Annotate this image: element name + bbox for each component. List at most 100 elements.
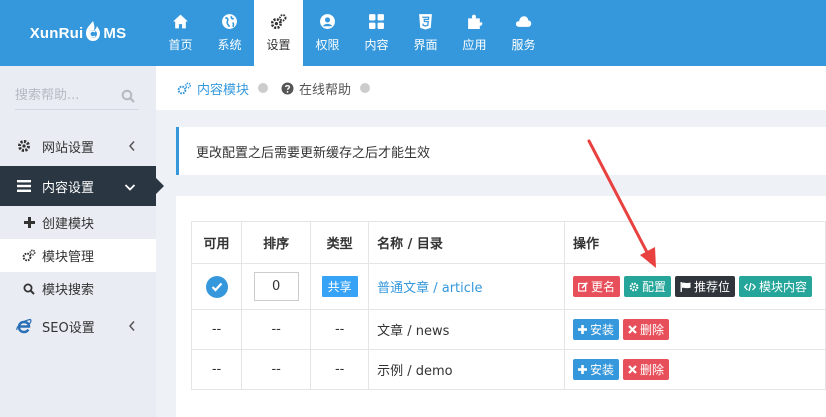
globe-icon bbox=[222, 14, 237, 29]
breadcrumb-separator bbox=[258, 83, 269, 93]
nav-label: 界面 bbox=[413, 38, 438, 52]
nav-label: 应用 bbox=[462, 38, 487, 52]
breadcrumb-separator bbox=[360, 83, 371, 93]
cell-available: -- bbox=[190, 349, 243, 390]
sidebar-subitem-module-manage[interactable]: 模块管理 bbox=[0, 239, 156, 272]
cell-sort: 0 bbox=[241, 263, 312, 310]
chevron-down-icon bbox=[124, 181, 136, 196]
nav-label: 系统 bbox=[217, 38, 242, 52]
cell-operations: 安装 删除 bbox=[563, 349, 826, 390]
cell-operations: 更名 配置 推荐位 模块内容 bbox=[563, 263, 826, 310]
notice-alert: 更改配置之后需要更新缓存之后才能生效 bbox=[176, 127, 826, 175]
home-icon bbox=[173, 14, 188, 29]
header-sort: 排序 bbox=[241, 221, 312, 264]
list-icon bbox=[16, 180, 32, 192]
nav-label: 服务 bbox=[511, 38, 536, 52]
sort-input[interactable]: 0 bbox=[253, 272, 299, 301]
enabled-check-icon[interactable] bbox=[205, 275, 228, 298]
notice-text: 更改配置之后需要更新缓存之后才能生效 bbox=[196, 145, 431, 161]
table-row: 0 共享 普通文章 / article 更名 配置 推荐位 模块内容 bbox=[190, 263, 826, 310]
cogs-icon bbox=[22, 249, 36, 262]
search-icon[interactable] bbox=[121, 89, 135, 107]
cell-name: 文章 / news bbox=[368, 309, 565, 350]
module-content-label: 模块内容 bbox=[759, 280, 808, 294]
delete-label: 删除 bbox=[639, 323, 664, 337]
breadcrumb-label: 内容模块 bbox=[197, 82, 250, 98]
sidebar-item-site-settings[interactable]: 网站设置 bbox=[0, 126, 156, 166]
plus-icon bbox=[577, 365, 587, 374]
search-icon bbox=[22, 283, 36, 295]
cogs-icon bbox=[270, 14, 287, 30]
breadcrumb-label: 在线帮助 bbox=[299, 82, 352, 98]
nav-label: 设置 bbox=[266, 38, 291, 52]
sidebar-subitem-create-module[interactable]: 创建模块 bbox=[0, 206, 156, 239]
nav-services[interactable]: 服务 bbox=[499, 0, 548, 66]
main-nav: 首页 系统 设置 权限 内容 界面 应用 服务 bbox=[156, 0, 548, 66]
configure-button[interactable]: 配置 bbox=[623, 276, 671, 297]
install-label: 安装 bbox=[589, 363, 614, 377]
nav-system[interactable]: 系统 bbox=[205, 0, 254, 66]
cogs-icon bbox=[177, 81, 192, 94]
table-row: -- -- -- 文章 / news 安装 删除 bbox=[190, 309, 826, 350]
code-icon bbox=[744, 282, 757, 291]
delete-label: 删除 bbox=[639, 363, 664, 377]
module-name-link[interactable]: 普通文章 / article bbox=[377, 281, 482, 296]
install-label: 安装 bbox=[589, 323, 614, 337]
sidebar-item-label: 网站设置 bbox=[42, 140, 95, 156]
close-icon bbox=[628, 365, 637, 374]
cell-sort: -- bbox=[241, 349, 312, 390]
edit-icon bbox=[578, 281, 588, 292]
install-button[interactable]: 安装 bbox=[572, 319, 619, 340]
nav-apps[interactable]: 应用 bbox=[450, 0, 499, 66]
search-input[interactable] bbox=[15, 84, 115, 106]
cell-name: 示例 / demo bbox=[368, 349, 565, 390]
sidebar-item-label: SEO设置 bbox=[42, 320, 95, 336]
module-table: 可用 排序 类型 名称 / 目录 操作 0 共享 普通文章 / article bbox=[190, 221, 826, 390]
cell-operations: 安装 删除 bbox=[563, 309, 826, 350]
nav-label: 首页 bbox=[168, 38, 193, 52]
close-icon bbox=[628, 325, 637, 334]
breadcrumb-online-help[interactable]: 在线帮助 bbox=[281, 79, 351, 98]
nav-home[interactable]: 首页 bbox=[156, 0, 205, 66]
flag-icon bbox=[680, 281, 691, 292]
sidebar-search bbox=[15, 84, 139, 110]
cell-name: 普通文章 / article bbox=[368, 263, 565, 310]
sidebar: 网站设置 内容设置 创建模块 模块管理 bbox=[0, 66, 164, 417]
module-content-button[interactable]: 模块内容 bbox=[739, 276, 813, 297]
rename-label: 更名 bbox=[590, 280, 615, 294]
sidebar-subitem-module-search[interactable]: 模块搜索 bbox=[0, 272, 156, 305]
logo[interactable]: XunRui MS bbox=[0, 0, 156, 66]
table-header-row: 可用 排序 类型 名称 / 目录 操作 bbox=[190, 221, 826, 264]
ie-icon bbox=[16, 318, 32, 334]
breadcrumb: 内容模块 在线帮助 bbox=[156, 66, 826, 110]
sidebar-subitem-label: 创建模块 bbox=[42, 217, 95, 232]
nav-settings[interactable]: 设置 bbox=[254, 0, 303, 66]
logo-text-start: XunRui bbox=[29, 24, 84, 42]
nav-interface[interactable]: 界面 bbox=[401, 0, 450, 66]
cell-available: -- bbox=[190, 309, 243, 350]
breadcrumb-content-modules[interactable]: 内容模块 bbox=[177, 79, 249, 98]
nav-permissions[interactable]: 权限 bbox=[303, 0, 352, 66]
recommend-position-label: 推荐位 bbox=[694, 280, 731, 294]
table-row: -- -- -- 示例 / demo 安装 删除 bbox=[190, 349, 826, 390]
delete-button[interactable]: 删除 bbox=[622, 359, 669, 380]
nav-label: 内容 bbox=[364, 38, 389, 52]
sidebar-item-content-settings[interactable]: 内容设置 bbox=[0, 166, 164, 206]
logo-text-end: MS bbox=[103, 24, 127, 42]
header-name: 名称 / 目录 bbox=[368, 221, 565, 264]
cell-type: -- bbox=[310, 349, 370, 390]
sidebar-subitem-label: 模块管理 bbox=[42, 250, 95, 265]
delete-button[interactable]: 删除 bbox=[622, 319, 669, 340]
nav-content[interactable]: 内容 bbox=[352, 0, 401, 66]
install-button[interactable]: 安装 bbox=[572, 359, 619, 380]
recommend-position-button[interactable]: 推荐位 bbox=[675, 276, 736, 297]
sidebar-submenu: 创建模块 模块管理 模块搜索 bbox=[0, 206, 156, 305]
sidebar-item-seo-settings[interactable]: SEO设置 bbox=[0, 306, 156, 346]
rename-button[interactable]: 更名 bbox=[572, 276, 620, 297]
grid-icon bbox=[369, 14, 384, 29]
plus-icon bbox=[22, 217, 36, 228]
configure-label: 配置 bbox=[641, 280, 666, 294]
chevron-left-icon bbox=[128, 320, 136, 336]
type-badge: 共享 bbox=[321, 276, 358, 297]
logo-flame-icon bbox=[84, 20, 102, 42]
